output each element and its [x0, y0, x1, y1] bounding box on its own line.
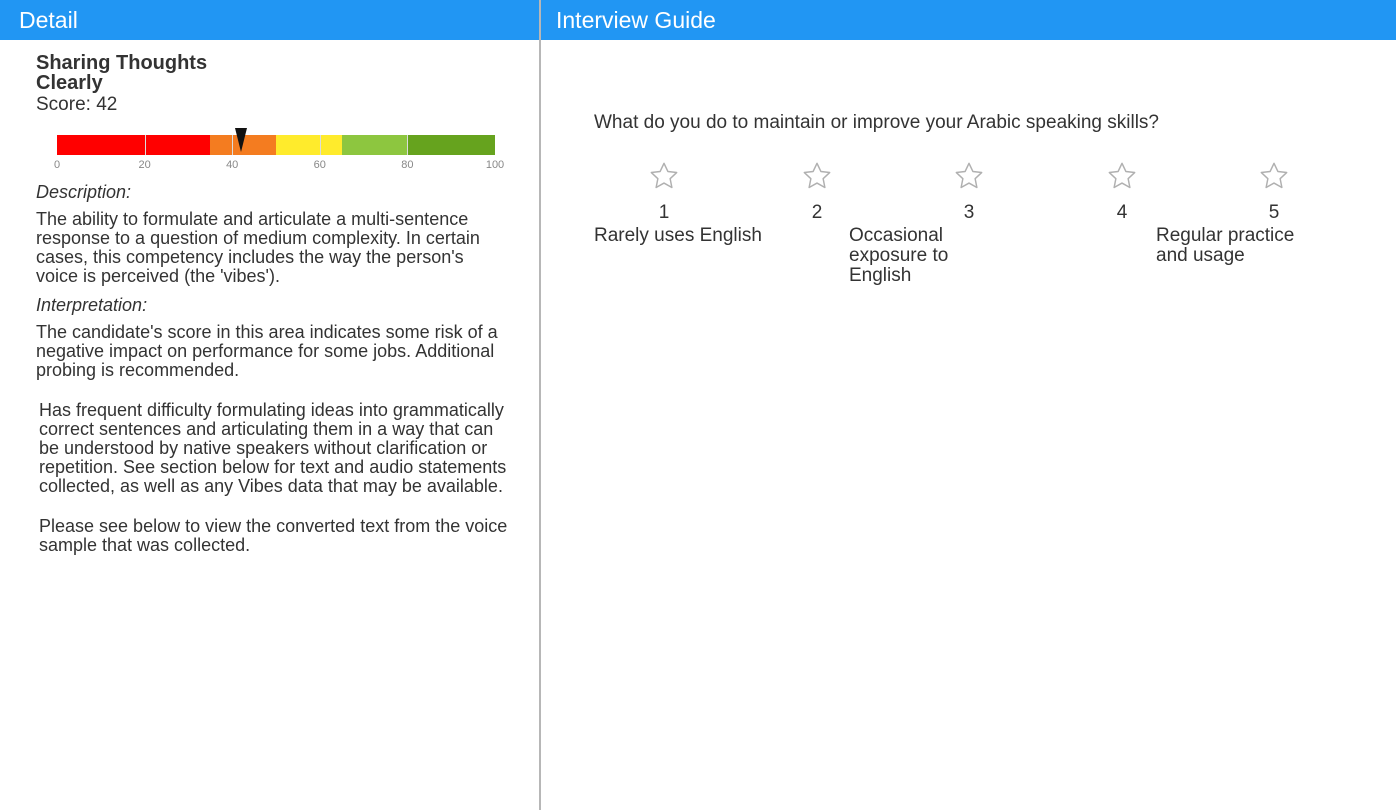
- rating-number-1: 1: [658, 202, 670, 223]
- interview-guide-header: Interview Guide: [541, 0, 1396, 40]
- scale-gridline: [144, 135, 146, 155]
- scale-tick-label: 0: [53, 159, 61, 171]
- interpretation-label: Interpretation:: [36, 295, 148, 315]
- interview-guide-header-title: Interview Guide: [556, 7, 716, 33]
- scale-gridline: [407, 135, 409, 155]
- description-text: The ability to formulate and articulate …: [36, 209, 480, 286]
- scale-band-5: [407, 135, 495, 155]
- scale-tick-label: 100: [485, 159, 505, 171]
- rating-number-4: 4: [1116, 202, 1128, 223]
- score-pointer: [234, 128, 247, 152]
- competency-title: Sharing Thoughts Clearly: [36, 53, 236, 93]
- score-text: Score: 42: [36, 94, 118, 115]
- competency-title-line-2: Clearly: [36, 72, 103, 94]
- rating-anchor-low: Rarely uses English: [594, 225, 762, 246]
- star-outline-icon[interactable]: [1106, 160, 1138, 192]
- scale-tick-label: 60: [313, 159, 326, 171]
- scale-tick-label: 80: [401, 159, 414, 171]
- rating-number-2: 2: [811, 202, 823, 223]
- voice-sample-text: Please see below to view the converted t…: [39, 516, 508, 555]
- scale-band-1: [57, 135, 211, 155]
- detail-panel: Sharing Thoughts Clearly Score: 42 0 20 40…: [36, 40, 516, 555]
- detail-text: Has frequent difficulty formulating idea…: [39, 400, 507, 496]
- interview-guide-panel: What do you do to maintain or improve yo…: [594, 112, 1374, 286]
- rating-scale: Rarely uses English Occasional exposure …: [594, 160, 1374, 286]
- scale-band-4: [341, 135, 408, 155]
- scale-tick-label: 20: [138, 159, 151, 171]
- detail-header: Detail: [0, 0, 539, 40]
- score-scale-bar: [57, 128, 495, 155]
- scale-band-3: [276, 135, 342, 155]
- interpretation-text: The candidate's score in this area indic…: [36, 322, 498, 380]
- scale-gridline: [232, 135, 234, 155]
- scale-tick-label: 40: [226, 159, 239, 171]
- competency-title-line-1: Sharing Thoughts: [36, 52, 208, 74]
- rating-number-5: 5: [1268, 202, 1280, 223]
- score-scale-labels: 0 20 40 60 80 100: [53, 159, 504, 173]
- star-outline-icon[interactable]: [801, 160, 833, 192]
- star-outline-icon[interactable]: [648, 160, 680, 192]
- scale-gridline: [319, 135, 321, 155]
- rating-anchor-high: Regular practice and usage: [1156, 225, 1295, 266]
- interview-question: What do you do to maintain or improve yo…: [594, 112, 1159, 133]
- description-label: Description:: [36, 182, 132, 202]
- rating-anchor-mid: Occasional exposure to English: [849, 225, 949, 286]
- rating-number-3: 3: [963, 202, 975, 223]
- star-outline-icon[interactable]: [1258, 160, 1290, 192]
- star-outline-icon[interactable]: [953, 160, 985, 192]
- column-divider: [539, 0, 541, 810]
- detail-header-title: Detail: [19, 7, 78, 33]
